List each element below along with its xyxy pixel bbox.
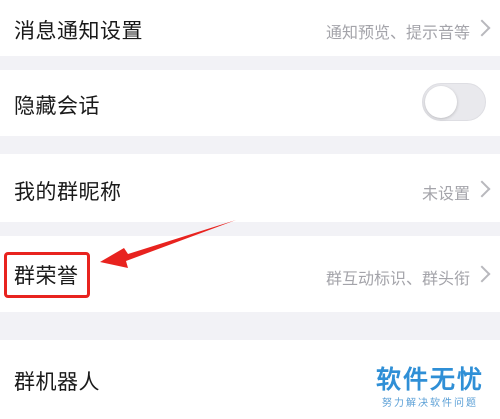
chevron-right-icon [473, 19, 491, 37]
row-value: 通知预览、提示音等 [325, 23, 470, 42]
row-label: 我的群昵称 [14, 180, 122, 204]
row-value: 群互动标识、群头衔 [325, 269, 470, 288]
highlight-box [4, 252, 90, 298]
row-value: 未设置 [421, 184, 470, 203]
chevron-right-icon [473, 180, 491, 198]
toggle-knob [425, 86, 457, 118]
message-notification-settings-row[interactable]: 消息通知设置 通知预览、提示音等 [0, 0, 500, 56]
watermark-title: 软件无忧 [375, 365, 484, 394]
row-label: 群机器人 [14, 370, 100, 394]
chevron-right-icon [473, 265, 491, 283]
hide-conversation-row: 隐藏会话 [0, 70, 500, 136]
watermark-subtitle: 努力解决软件问题 [381, 398, 478, 409]
hide-conversation-toggle[interactable] [422, 83, 486, 121]
row-label: 消息通知设置 [14, 19, 143, 43]
row-label: 隐藏会话 [14, 94, 100, 118]
my-group-nickname-row[interactable]: 我的群昵称 未设置 [0, 154, 500, 222]
watermark: 软件无忧 努力解决软件问题 [376, 360, 484, 409]
